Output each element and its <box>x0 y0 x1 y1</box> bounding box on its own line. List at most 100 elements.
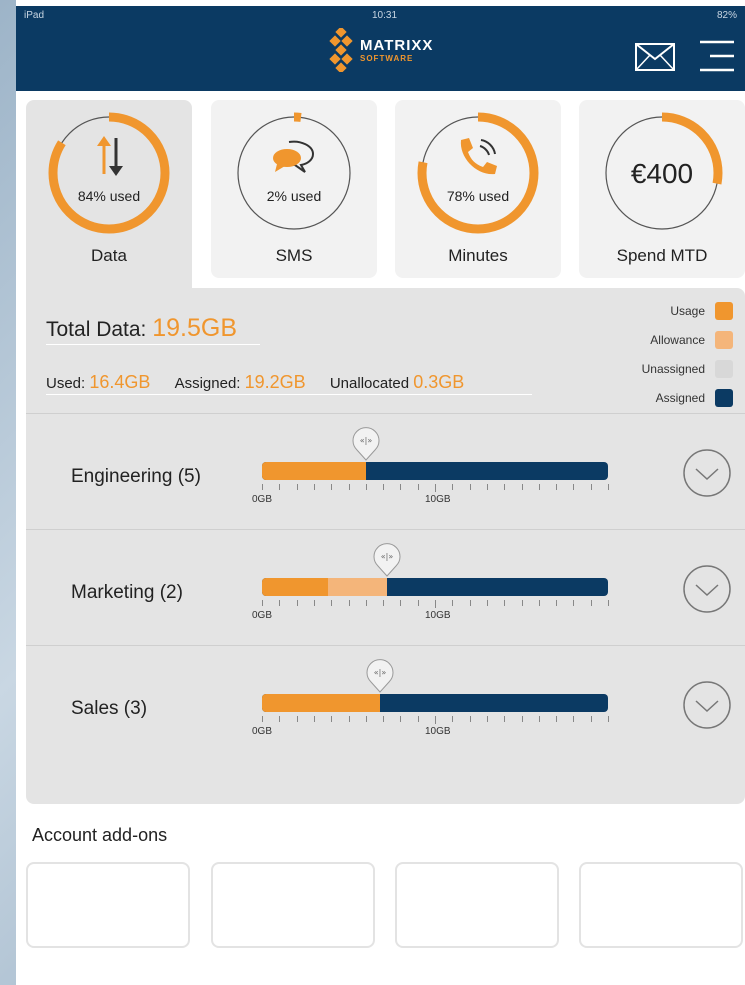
unallocated-label: Unallocated <box>329 375 410 392</box>
tick-mark <box>331 716 333 722</box>
tick-label-mid: 10GB <box>425 610 451 621</box>
tick-mark <box>538 716 540 722</box>
tick-mark <box>504 484 506 490</box>
app-screen: iPad 10:31 82% MATRIXX SOFTWARE 84% used… <box>16 0 745 985</box>
card-data[interactable]: 84% used Data <box>26 100 192 290</box>
tick-mark <box>279 600 281 606</box>
card-sms[interactable]: 2% used SMS <box>211 100 377 278</box>
tick-mark <box>521 600 523 606</box>
chevron-down-icon[interactable] <box>682 448 732 498</box>
card-spend[interactable]: €400 Spend MTD <box>579 100 745 278</box>
tick-mark <box>573 716 575 722</box>
bar-allowance-segment <box>327 578 387 596</box>
group-name: Engineering (5) <box>71 466 201 487</box>
tick-mark <box>486 484 488 490</box>
group-row-sales: Sales (3) «|» 0GB 10GB <box>26 645 745 761</box>
card-minutes[interactable]: 78% used Minutes <box>395 100 561 278</box>
tick-mark <box>365 716 367 722</box>
tick-mark <box>486 716 488 722</box>
assigned-label: Assigned: <box>174 375 241 392</box>
tick-mark <box>417 484 419 490</box>
tick-label-start: 0GB <box>252 610 273 621</box>
tick-mark <box>504 600 506 606</box>
legend-allowance-swatch <box>715 330 733 349</box>
tick-mark <box>313 484 315 490</box>
allocation-bar <box>262 462 608 480</box>
tick-mark <box>365 484 367 490</box>
addon-slot[interactable] <box>26 862 190 948</box>
tick-mark <box>279 484 281 490</box>
tick-mark <box>262 716 263 722</box>
tick-mark <box>400 600 402 606</box>
unallocated-value: 0.3GB <box>413 372 465 392</box>
sms-used-text: 2% used <box>266 188 322 204</box>
tick-mark <box>348 600 350 606</box>
legend-allowance: Allowance <box>642 325 733 354</box>
total-data-value: 19.5GB <box>152 314 238 342</box>
status-device: iPad <box>24 10 45 21</box>
addon-slot[interactable] <box>395 862 559 948</box>
tick-mark <box>469 484 471 490</box>
tick-mark <box>504 716 506 722</box>
minutes-card-label: Minutes <box>448 246 508 265</box>
data-used-text: 84% used <box>77 188 141 204</box>
chevron-down-icon[interactable] <box>682 564 732 614</box>
tick-mark <box>279 716 281 722</box>
tick-mark <box>573 600 575 606</box>
menu-icon[interactable] <box>698 38 736 74</box>
group-name: Sales (3) <box>71 698 148 719</box>
legend-unassigned-label: Unassigned <box>641 361 705 376</box>
legend-assigned-label: Assigned <box>655 390 705 405</box>
tick-mark <box>608 600 609 606</box>
bar-ticks <box>262 716 609 724</box>
legend-assigned-swatch <box>715 388 733 407</box>
allocation-handle[interactable]: «|» <box>372 540 402 578</box>
bar-usage-segment <box>262 694 380 712</box>
data-detail-panel: Total Data: 19.5GB Used: 16.4GB Assigned… <box>26 288 745 804</box>
tick-mark <box>383 484 385 490</box>
mail-icon[interactable] <box>634 42 676 72</box>
logo-mark-icon <box>329 28 353 72</box>
minutes-used-text: 78% used <box>446 188 510 204</box>
tick-mark <box>348 484 350 490</box>
tick-mark <box>417 716 419 722</box>
addon-slot[interactable] <box>579 862 743 948</box>
used-label: Used: <box>46 375 86 392</box>
addon-slot[interactable] <box>211 862 375 948</box>
tick-mark <box>296 716 298 722</box>
tick-mark <box>383 600 385 606</box>
tick-mark <box>486 600 488 606</box>
tick-mark <box>521 716 523 722</box>
bar-usage-segment <box>262 462 366 480</box>
tick-mark <box>469 716 471 722</box>
allocation-handle[interactable]: «|» <box>365 656 395 694</box>
handle-label: «|» <box>380 552 393 561</box>
tick-mark <box>365 600 367 606</box>
bar-ticks <box>262 484 609 492</box>
data-card-label: Data <box>91 246 127 265</box>
tick-mark <box>435 600 436 608</box>
legend-usage-swatch <box>715 301 733 320</box>
allocation-bar <box>262 694 608 712</box>
tick-mark <box>556 484 558 490</box>
account-addons-title: Account add-ons <box>32 825 168 845</box>
tick-mark <box>313 600 315 606</box>
tick-mark <box>469 600 471 606</box>
allocation-handle[interactable]: «|» <box>351 424 381 462</box>
used-value: 16.4GB <box>89 372 151 392</box>
sms-card-label: SMS <box>275 246 313 265</box>
spend-card-label: Spend MTD <box>616 246 708 265</box>
legend: Usage Allowance Unassigned Assigned <box>642 296 733 412</box>
legend-unassigned: Unassigned <box>642 354 733 383</box>
tick-mark <box>521 484 523 490</box>
allocation-bar <box>262 578 608 596</box>
legend-assigned: Assigned <box>642 383 733 412</box>
usage-summary: Used: 16.4GB Assigned: 19.2GB Unallocate… <box>46 372 464 393</box>
chevron-down-icon[interactable] <box>682 680 732 730</box>
legend-usage: Usage <box>642 296 733 325</box>
data-transfer-icon <box>97 136 123 176</box>
divider <box>46 344 260 345</box>
tick-label-start: 0GB <box>252 494 273 505</box>
tick-mark <box>608 716 609 722</box>
tick-mark <box>556 600 558 606</box>
